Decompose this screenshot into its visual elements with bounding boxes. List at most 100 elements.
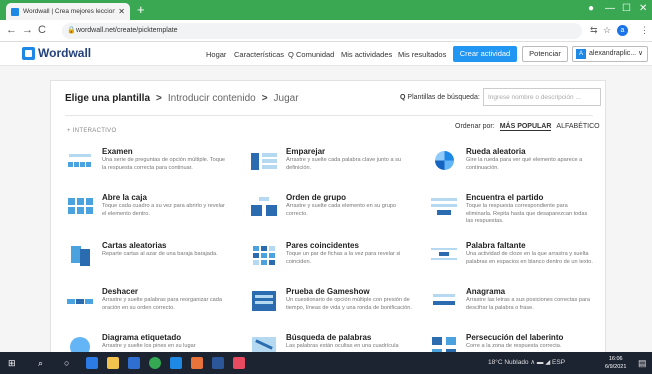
cortana-icon[interactable]: ○ [64, 356, 69, 370]
template-name: Búsqueda de palabras [286, 333, 372, 342]
maximize-button[interactable]: ☐ [622, 2, 631, 16]
app-icon[interactable] [191, 357, 203, 369]
template-maze-chase[interactable]: Persecución del laberinto Corre a la zon… [429, 333, 594, 353]
system-tray[interactable]: 18°C Nublado ∧ ▬ ◢ ESP [488, 358, 565, 366]
notification-icon[interactable]: ▤ [638, 356, 647, 370]
taskbar-app-icon[interactable] [233, 357, 245, 369]
nav-features[interactable]: Características [234, 50, 284, 59]
template-name: Examen [102, 147, 133, 156]
template-picker-card: Elige una plantilla > Introducir conteni… [50, 80, 606, 354]
bookmark-star-icon[interactable]: ☆ [603, 24, 611, 37]
upgrade-button[interactable]: Potenciar [522, 46, 568, 62]
template-description: Arrastre y suelte cada elemento en su gr… [286, 203, 397, 217]
template-anagram[interactable]: Anagrama Arrastre las letras a sus posic… [429, 287, 594, 327]
breadcrumb-enter-content: Introducir contenido [167, 93, 256, 104]
wordwall-logo[interactable]: Wordwall [22, 46, 91, 60]
browser-profile-avatar[interactable]: a [617, 25, 628, 36]
nav-home[interactable]: Hogar [206, 50, 226, 59]
translate-icon[interactable]: ⇆ [590, 24, 598, 37]
edge-browser-icon[interactable] [86, 357, 98, 369]
close-window-button[interactable]: ✕ [639, 2, 647, 16]
template-wordsearch[interactable]: Búsqueda de palabras Las palabras están … [249, 333, 414, 353]
chevron-right-icon: > [156, 93, 162, 104]
store-icon[interactable] [128, 357, 140, 369]
sort-most-popular[interactable]: MÁS POPULAR [499, 123, 552, 131]
template-description: Toque cada cuadro a su vez para abrirlo … [102, 203, 225, 217]
template-match-up[interactable]: Emparejar Arrastre y suelte cada palabra… [249, 147, 414, 187]
template-description: Toque un par de fichas a la vez para rev… [286, 251, 401, 265]
record-icon: ● [588, 3, 595, 14]
browser-tab[interactable]: Wordwall | Crea mejores leccion ✕ [6, 3, 130, 20]
browser-menu-icon[interactable]: ⋮ [640, 24, 649, 37]
url-field[interactable]: 🔒 wordwall.net/create/picktemplate [62, 23, 582, 39]
template-random-cards[interactable]: Cartas aleatorias Reparte cartas al azar… [65, 241, 230, 281]
user-menu[interactable]: A alexandraplic... ∨ [572, 46, 648, 62]
sort-options: Ordenar por: MÁS POPULAR ALFABÉTICO [455, 123, 600, 131]
template-group-sort[interactable]: Orden de grupo Arrastre y suelte cada el… [249, 193, 414, 233]
template-name: Palabra faltante [466, 241, 526, 250]
breadcrumb-choose-template: Elige una plantilla [65, 93, 151, 104]
template-description: Corre a la zona de respuesta correcta. [466, 343, 562, 349]
template-name: Persecución del laberinto [466, 333, 564, 342]
template-description: Gire la rueda para ver qué elemento apar… [466, 157, 583, 171]
template-random-wheel[interactable]: Rueda aleatoria Gire la rueda para ver q… [429, 147, 594, 187]
template-open-the-box[interactable]: Abre la caja Toque cada cuadro a su vez … [65, 193, 230, 233]
nav-community[interactable]: Comunidad [296, 50, 334, 59]
template-description: Arrastre y suelte cada palabra clave jun… [286, 157, 402, 171]
sort-alphabetical[interactable]: ALFABÉTICO [556, 123, 599, 131]
template-description: Un cuestionario de opción múltiple con p… [286, 297, 412, 311]
nav-my-activities[interactable]: Mis actividades [341, 50, 392, 59]
clock[interactable]: 16:06 6/9/2021 [605, 355, 626, 371]
quiz-thumbnail-icon [65, 149, 95, 173]
find-the-match-thumbnail-icon [429, 195, 459, 219]
url-text: wordwall.net/create/picktemplate [76, 27, 178, 34]
close-tab-icon[interactable]: ✕ [118, 7, 125, 16]
user-name: alexandraplic... ∨ [589, 50, 644, 57]
browser-tabstrip: Wordwall | Crea mejores leccion ✕ + ● — … [0, 0, 652, 20]
template-unjumble[interactable]: Deshacer Arrastre y suelte palabras para… [65, 287, 230, 327]
nav-my-results[interactable]: Mis resultados [398, 50, 446, 59]
template-gameshow-quiz[interactable]: Prueba de Gameshow Un cuestionario de op… [249, 287, 414, 327]
template-find-the-match[interactable]: Encuentra el partido Toque la respuesta … [429, 193, 594, 233]
template-name: Encuentra el partido [466, 193, 544, 202]
section-interactive-label: + INTERACTIVO [67, 128, 117, 134]
template-name: Prueba de Gameshow [286, 287, 370, 296]
gameshow-quiz-thumbnail-icon [249, 289, 279, 313]
user-avatar: A [576, 49, 586, 59]
template-missing-word[interactable]: Palabra faltante Una actividad de cloze … [429, 241, 594, 281]
search-icon: Q [400, 94, 406, 101]
matching-pairs-thumbnail-icon [249, 243, 279, 267]
windows-start-icon[interactable]: ⊞ [8, 356, 16, 370]
new-tab-button[interactable]: + [137, 2, 145, 18]
anagram-thumbnail-icon [429, 289, 459, 313]
template-description: Una actividad de cloze en la que arrastr… [466, 251, 593, 265]
file-explorer-icon[interactable] [107, 357, 119, 369]
reload-button[interactable]: C [38, 24, 46, 37]
template-description: Arrastre las letras a sus posiciones cor… [466, 297, 591, 311]
minimize-button[interactable]: — [605, 2, 615, 16]
logo-text: Wordwall [38, 46, 92, 60]
forward-button[interactable]: → [22, 24, 33, 37]
sort-label: Ordenar por: [455, 123, 495, 130]
search-label-text: Plantillas de búsqueda: [407, 94, 480, 101]
word-icon[interactable] [212, 357, 224, 369]
back-button[interactable]: ← [6, 24, 17, 37]
create-activity-button[interactable]: Crear actividad [453, 46, 517, 62]
template-labelled-diagram[interactable]: Diagrama etiquetado Arrastre y suelte lo… [65, 333, 230, 353]
template-quiz[interactable]: Examen Una serie de preguntas de opción … [65, 147, 230, 187]
mail-icon[interactable] [170, 357, 182, 369]
chrome-icon[interactable] [149, 357, 161, 369]
wordwall-favicon-icon [11, 7, 19, 16]
breadcrumb: Elige una plantilla > Introducir conteni… [65, 93, 299, 104]
divider [65, 115, 593, 116]
template-search-input[interactable] [483, 88, 601, 106]
taskbar-search-icon[interactable]: ⌕ [38, 356, 43, 370]
template-name: Abre la caja [102, 193, 147, 202]
template-description: Una serie de preguntas de opción múltipl… [102, 157, 226, 171]
template-description: Las palabras están ocultas en una cuadrí… [286, 343, 399, 349]
template-name: Rueda aleatoria [466, 147, 526, 156]
address-bar-row: ← → C 🔒 wordwall.net/create/picktemplate… [0, 20, 652, 42]
template-matching-pairs[interactable]: Pares coincidentes Toque un par de ficha… [249, 241, 414, 281]
template-name: Anagrama [466, 287, 506, 296]
unjumble-thumbnail-icon [65, 289, 95, 313]
